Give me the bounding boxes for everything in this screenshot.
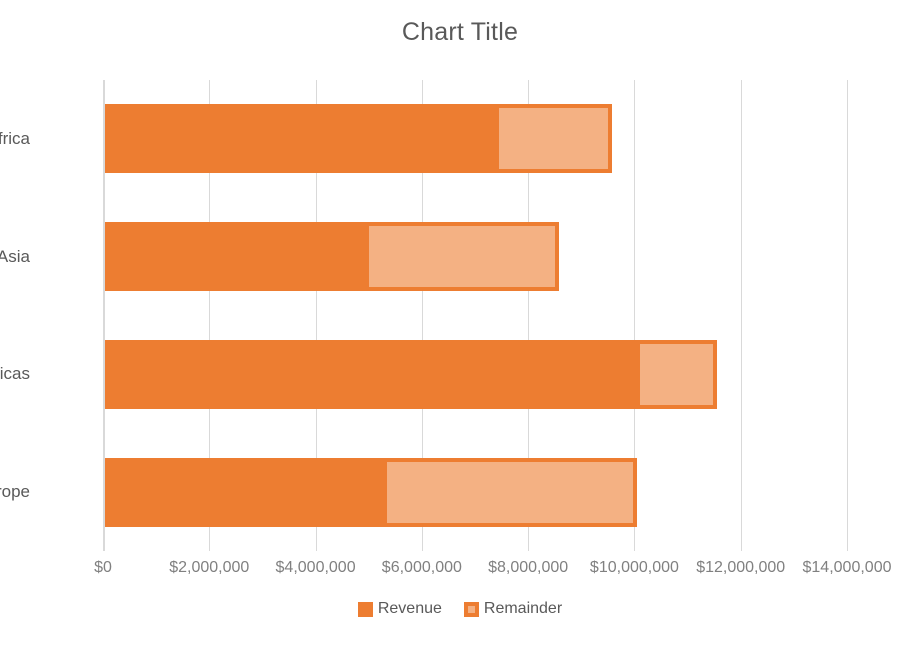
bar-segment-remainder[interactable]	[495, 104, 613, 174]
category-label-africa: Africa	[0, 128, 30, 148]
bar-segment-remainder[interactable]	[383, 457, 638, 527]
category-label-europe: Europe	[0, 482, 30, 502]
chart-title[interactable]: Chart Title	[0, 18, 920, 47]
legend-item-remainder[interactable]: Remainder	[463, 600, 563, 617]
gridline-7	[847, 80, 848, 551]
category-label-americas: Americas	[0, 364, 30, 384]
bar-segment-revenue[interactable]	[103, 457, 384, 527]
bar-segment-revenue[interactable]	[103, 339, 637, 409]
legend-swatch-icon	[463, 601, 479, 617]
value-tick-label-0: $0	[94, 559, 112, 576]
value-tick-label-1: $2,000,000	[169, 559, 250, 576]
chart-legend[interactable]: Revenue Remainder	[0, 601, 920, 617]
legend-swatch-icon	[357, 601, 373, 617]
value-tick-label-4: $8,000,000	[488, 559, 569, 576]
chart-container: Chart Title Africa Asia Americas Europe $0 $…	[0, 0, 920, 645]
value-tick-label-6: $12,000,000	[696, 559, 786, 576]
value-tick-label-2: $4,000,000	[275, 559, 356, 576]
value-tick-label-7: $14,000,000	[802, 559, 892, 576]
gridline-6	[740, 80, 742, 551]
legend-label: Revenue	[377, 600, 442, 617]
plot-area	[103, 80, 848, 551]
bar-segment-revenue[interactable]	[103, 104, 496, 174]
value-tick-label-3: $6,000,000	[381, 559, 462, 576]
bar-segment-remainder[interactable]	[364, 222, 559, 292]
value-tick-label-5: $10,000,000	[589, 559, 679, 576]
bar-segment-revenue[interactable]	[103, 222, 365, 292]
value-axis-line	[103, 80, 105, 551]
legend-label: Remainder	[483, 600, 563, 617]
category-label-asia: Asia	[0, 246, 30, 266]
legend-item-revenue[interactable]: Revenue	[357, 600, 442, 617]
bar-segment-remainder[interactable]	[636, 339, 717, 409]
